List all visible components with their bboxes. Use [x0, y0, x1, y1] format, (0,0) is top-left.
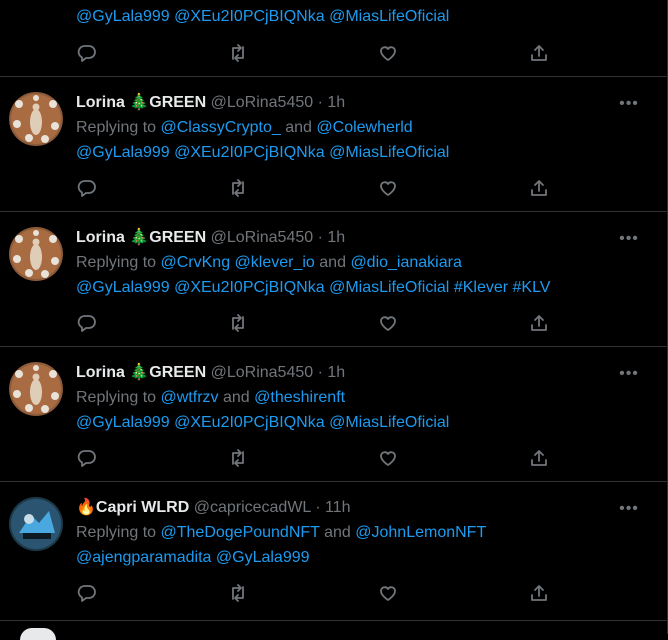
share-icon[interactable] — [529, 583, 549, 603]
reply-icon[interactable] — [77, 43, 97, 63]
mention[interactable]: @TheDogePoundNFT — [161, 524, 320, 541]
reply-context: Replying to @TheDogePoundNFT and @JohnLe… — [76, 524, 487, 541]
reply-context: Replying to @CrvKng @klever_io and @dio_… — [76, 254, 462, 271]
tweet-header: Lorina 🎄GREEN @LoRina5450 · 1h — [76, 364, 346, 381]
mention[interactable]: @GyLala999 — [76, 8, 170, 25]
tweet-2[interactable]: Lorina 🎄GREEN @LoRina5450 · 1h ••• Reply… — [0, 212, 667, 347]
share-icon[interactable] — [529, 178, 549, 198]
mention[interactable]: @MiasLifeOficial — [329, 8, 449, 25]
hashtag[interactable]: #Klever — [454, 279, 508, 296]
like-icon[interactable] — [378, 178, 398, 198]
tweet-header: 🔥Capri WLRD @capricecadWL · 11h — [76, 499, 351, 516]
more-icon[interactable]: ••• — [619, 501, 639, 523]
tweet-4[interactable]: 🔥Capri WLRD @capricecadWL · 11h ••• Repl… — [0, 482, 667, 621]
retweet-icon[interactable] — [228, 43, 248, 63]
handle[interactable]: @LoRina5450 — [211, 94, 314, 111]
like-icon[interactable] — [378, 313, 398, 333]
avatar[interactable] — [9, 497, 63, 551]
reply-context: Replying to @ClassyCrypto_ and @Colewher… — [76, 119, 413, 136]
handle[interactable]: @capricecadWL — [194, 499, 311, 516]
retweet-icon[interactable] — [228, 313, 248, 333]
share-icon[interactable] — [529, 43, 549, 63]
retweet-icon[interactable] — [228, 583, 248, 603]
handle[interactable]: @LoRina5450 — [211, 229, 314, 246]
mention[interactable]: @GyLala999 — [216, 549, 310, 566]
more-icon[interactable]: ••• — [619, 96, 639, 118]
mention[interactable]: @XEu2I0PCjBIQNka — [174, 8, 325, 25]
mention[interactable]: @Colewherld — [316, 119, 412, 136]
reply-icon[interactable] — [77, 178, 97, 198]
tweet-0[interactable]: @GyLala999 @XEu2I0PCjBIQNka @MiasLifeOfi… — [0, 0, 667, 77]
like-icon[interactable] — [378, 448, 398, 468]
like-icon[interactable] — [378, 43, 398, 63]
mentions-line: @ajengparamadita @GyLala999 — [76, 548, 310, 568]
mentions-line: @GyLala999 @XEu2I0PCjBIQNka @MiasLifeOfi… — [76, 143, 449, 163]
tweet-3[interactable]: Lorina 🎄GREEN @LoRina5450 · 1h ••• Reply… — [0, 347, 667, 482]
mention[interactable]: @ClassyCrypto_ — [161, 119, 281, 136]
handle[interactable]: @LoRina5450 — [211, 364, 314, 381]
display-name[interactable]: Lorina 🎄GREEN — [76, 364, 206, 381]
mention[interactable]: @MiasLifeOficial — [329, 414, 449, 431]
display-name[interactable]: 🔥Capri WLRD — [76, 499, 189, 516]
timestamp[interactable]: 1h — [327, 229, 345, 246]
mention[interactable]: @klever_io — [235, 254, 315, 271]
avatar[interactable] — [20, 628, 56, 640]
tweet-header: Lorina 🎄GREEN @LoRina5450 · 1h — [76, 94, 346, 111]
retweet-icon[interactable] — [228, 448, 248, 468]
mention[interactable]: @GyLala999 — [76, 414, 170, 431]
mention[interactable]: @GyLala999 — [76, 144, 170, 161]
display-name[interactable]: Lorina 🎄GREEN — [76, 94, 206, 111]
display-name[interactable]: Lorina 🎄GREEN — [76, 229, 206, 246]
mentions-line: @GyLala999 @XEu2I0PCjBIQNka @MiasLifeOfi… — [76, 413, 449, 433]
tweet-header: Lorina 🎄GREEN @LoRina5450 · 1h — [76, 229, 346, 246]
mentions-line: @GyLala999 @XEu2I0PCjBIQNka @MiasLifeOfi… — [76, 278, 550, 298]
share-icon[interactable] — [529, 448, 549, 468]
mention[interactable]: @dio_ianakiara — [350, 254, 461, 271]
mention[interactable]: @XEu2I0PCjBIQNka — [174, 144, 325, 161]
retweet-icon[interactable] — [228, 178, 248, 198]
reply-icon[interactable] — [77, 448, 97, 468]
more-icon[interactable]: ••• — [619, 366, 639, 388]
mention[interactable]: @MiasLifeOficial — [329, 279, 449, 296]
tweet-1[interactable]: Lorina 🎄GREEN @LoRina5450 · 1h ••• Reply… — [0, 77, 667, 212]
share-icon[interactable] — [529, 313, 549, 333]
reply-icon[interactable] — [77, 583, 97, 603]
hashtag[interactable]: #KLV — [513, 279, 551, 296]
mention[interactable]: @theshirenft — [254, 389, 345, 406]
avatar[interactable] — [9, 227, 63, 281]
timestamp[interactable]: 1h — [327, 364, 345, 381]
mention[interactable]: @ajengparamadita — [76, 549, 211, 566]
reply-context: Replying to @wtfrzv and @theshirenft — [76, 389, 346, 406]
mention[interactable]: @XEu2I0PCjBIQNka — [174, 279, 325, 296]
reply-icon[interactable] — [77, 313, 97, 333]
mention[interactable]: @wtfrzv — [161, 389, 219, 406]
more-icon[interactable]: ••• — [619, 231, 639, 253]
mentions-line: @GyLala999 @XEu2I0PCjBIQNka @MiasLifeOfi… — [76, 7, 449, 27]
avatar[interactable] — [9, 92, 63, 146]
mention[interactable]: @CrvKng — [161, 254, 231, 271]
timestamp[interactable]: 1h — [327, 94, 345, 111]
mention[interactable]: @XEu2I0PCjBIQNka — [174, 414, 325, 431]
mention[interactable]: @JohnLemonNFT — [355, 524, 486, 541]
mention[interactable]: @GyLala999 — [76, 279, 170, 296]
avatar[interactable] — [9, 362, 63, 416]
mention[interactable]: @MiasLifeOficial — [329, 144, 449, 161]
like-icon[interactable] — [378, 583, 398, 603]
timestamp[interactable]: 11h — [325, 499, 351, 516]
